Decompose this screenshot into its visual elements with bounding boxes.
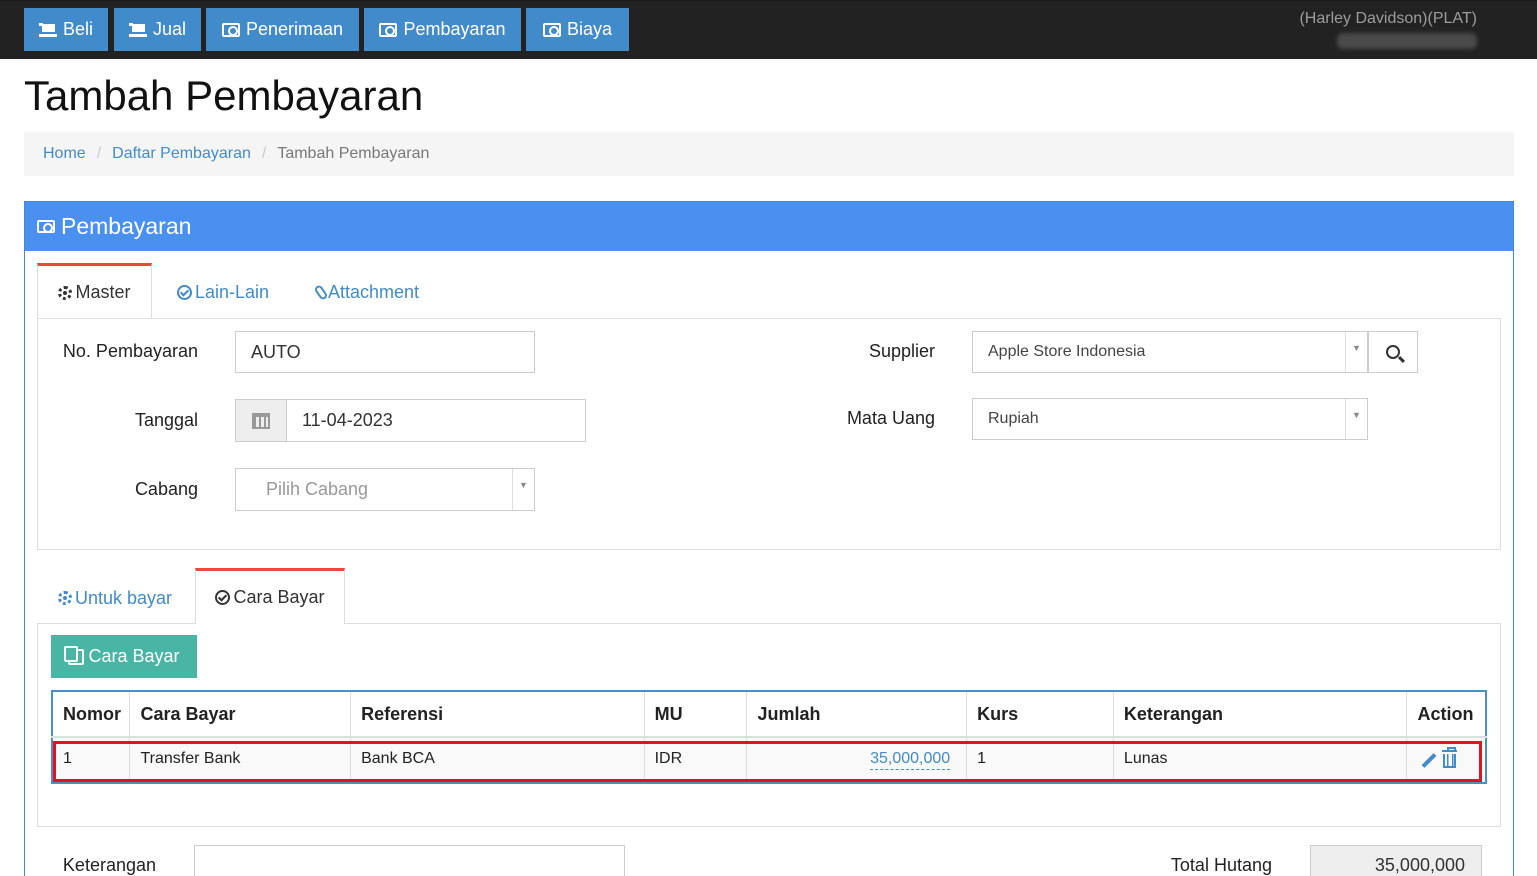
cell-kurs: 1	[966, 737, 1114, 783]
cabang-placeholder: Pilih Cabang	[266, 479, 369, 499]
col-mu: MU	[644, 691, 748, 738]
cabang-label: Cabang	[134, 479, 198, 499]
total-hutang-label: Total Hutang	[1170, 855, 1272, 875]
money-icon	[37, 220, 55, 233]
paperclip-icon	[313, 283, 329, 301]
tanggal-label: Tanggal	[134, 410, 198, 430]
copy-icon	[64, 645, 85, 665]
col-action: Action	[1406, 691, 1486, 738]
panel-header: Pembayaran	[25, 202, 1513, 251]
col-nomor: Nomor	[52, 691, 131, 738]
cell-keterangan: Lunas	[1113, 737, 1408, 783]
total-hutang-value: 35,000,000	[1310, 845, 1482, 876]
search-icon	[1386, 345, 1400, 359]
pembayaran-label: Pembayaran	[403, 19, 506, 39]
edit-pencil-icon[interactable]	[1422, 753, 1437, 769]
money-icon	[221, 22, 240, 37]
cell-mu: IDR	[644, 737, 748, 783]
tab-untuk-bayar[interactable]: Untuk bayar	[45, 572, 185, 624]
pembayaran-button[interactable]: Pembayaran	[364, 8, 521, 51]
tab-cara-bayar[interactable]: Cara Bayar	[195, 568, 345, 624]
biaya-label: Biaya	[566, 19, 613, 39]
cell-cara-bayar: Transfer Bank	[129, 737, 352, 783]
tab-untuk-bayar-label: Untuk bayar	[74, 587, 173, 608]
jual-label: Jual	[152, 19, 187, 39]
user-email-blurred	[1337, 33, 1477, 49]
calendar-icon	[252, 412, 270, 429]
no-pembayaran-input[interactable]: AUTO	[235, 331, 535, 373]
gears-icon	[58, 285, 73, 300]
gears-icon	[57, 591, 72, 605]
tab-lain-lain-label: Lain-Lain	[194, 281, 270, 302]
supplier-select[interactable]: Apple Store Indonesia ▼	[972, 331, 1368, 373]
jumlah-editable[interactable]: 35,000,000	[870, 750, 951, 770]
breadcrumb-home[interactable]: Home	[43, 145, 86, 163]
breadcrumb-separator: /	[261, 145, 267, 162]
tab-attachment[interactable]: Attachment	[303, 266, 433, 318]
tab-cara-bayar-label: Cara Bayar	[233, 587, 325, 607]
supplier-value: Apple Store Indonesia	[988, 343, 1146, 360]
caret-down-icon: ▼	[1345, 399, 1367, 439]
top-navbar: Beli Jual Penerimaan Pembayaran Biaya (H…	[0, 0, 1537, 59]
add-cara-bayar-button[interactable]: Cara Bayar	[51, 635, 197, 678]
calendar-addon[interactable]	[235, 399, 287, 442]
table-row[interactable]: 1 Transfer Bank Bank BCA IDR 35,000,000 …	[52, 737, 1486, 783]
col-cara-bayar: Cara Bayar	[129, 691, 352, 738]
col-jumlah: Jumlah	[746, 691, 968, 738]
mata-uang-select[interactable]: Rupiah ▼	[972, 398, 1368, 440]
cell-jumlah: 35,000,000	[746, 737, 968, 783]
check-circle-icon	[176, 284, 192, 300]
cara-bayar-table: Nomor Cara Bayar Referensi MU Jumlah Kur…	[51, 690, 1487, 784]
jual-button[interactable]: Jual	[114, 8, 201, 51]
tab-master[interactable]: Master	[37, 263, 152, 319]
biaya-button[interactable]: Biaya	[526, 8, 629, 51]
breadcrumb: Home / Daftar Pembayaran / Tambah Pembay…	[24, 132, 1514, 176]
keterangan-input[interactable]	[194, 845, 625, 876]
supplier-label: Supplier	[868, 341, 935, 361]
cart-icon	[128, 22, 147, 37]
panel-title: Pembayaran	[61, 213, 192, 239]
cart-icon	[38, 22, 57, 37]
trash-icon[interactable]	[1442, 746, 1458, 768]
caret-down-icon: ▼	[1345, 332, 1367, 372]
check-circle-icon	[215, 590, 231, 605]
supplier-search-button[interactable]	[1368, 331, 1418, 373]
penerimaan-label: Penerimaan	[245, 19, 344, 39]
cell-nomor: 1	[52, 737, 131, 783]
keterangan-label: Keterangan	[62, 855, 156, 875]
beli-label: Beli	[62, 19, 93, 39]
user-company[interactable]: (Harley Davidson)(PLAT)	[1299, 10, 1477, 28]
col-referensi: Referensi	[350, 691, 645, 738]
page-title: Tambah Pembayaran	[24, 72, 424, 119]
cell-referensi: Bank BCA	[350, 737, 645, 783]
cell-action	[1406, 737, 1486, 783]
breadcrumb-separator: /	[96, 145, 102, 162]
penerimaan-button[interactable]: Penerimaan	[206, 8, 359, 51]
mata-uang-label: Mata Uang	[846, 408, 935, 428]
tanggal-input[interactable]: 11-04-2023	[286, 399, 586, 442]
col-keterangan: Keterangan	[1113, 691, 1408, 738]
beli-button[interactable]: Beli	[24, 8, 108, 51]
money-icon	[379, 22, 398, 37]
table-header-row: Nomor Cara Bayar Referensi MU Jumlah Kur…	[52, 691, 1486, 738]
tab-lain-lain[interactable]: Lain-Lain	[166, 266, 280, 318]
no-pembayaran-label: No. Pembayaran	[62, 341, 198, 361]
breadcrumb-daftar-pembayaran[interactable]: Daftar Pembayaran	[112, 145, 251, 163]
add-cara-bayar-label: Cara Bayar	[88, 646, 180, 666]
col-kurs: Kurs	[966, 691, 1114, 738]
cabang-select[interactable]: Pilih Cabang ▼	[235, 468, 535, 511]
tab-master-label: Master	[75, 282, 131, 302]
tab-attachment-label: Attachment	[327, 281, 420, 302]
breadcrumb-current: Tambah Pembayaran	[277, 145, 430, 162]
caret-down-icon: ▼	[512, 469, 534, 510]
money-icon	[542, 22, 561, 37]
mata-uang-value: Rupiah	[988, 410, 1039, 427]
